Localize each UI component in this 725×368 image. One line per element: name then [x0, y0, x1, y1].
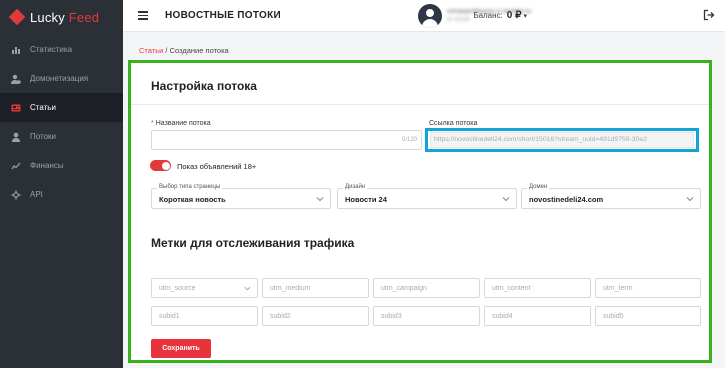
stream-link-highlight: https://novostinedeli24.com/short/15016?… [425, 128, 699, 152]
user-info[interactable]: romanpchikasov-z-rambler.ru ID 20154 [447, 8, 577, 23]
chevron-down-icon [316, 197, 324, 202]
article-icon [10, 103, 22, 113]
logo-icon [8, 8, 26, 26]
adult-ads-toggle[interactable] [150, 160, 171, 171]
subid4-input[interactable]: subid4 [484, 306, 591, 326]
select-value: Короткая новость [159, 195, 226, 204]
toggle-label: Показ объявлений 18+ [177, 162, 257, 171]
stream-name-input[interactable]: 0/120 [151, 130, 422, 150]
design-select[interactable]: Дизайн Новости 24 [337, 184, 517, 209]
breadcrumb-link-articles[interactable]: Статьи [139, 46, 163, 55]
domain-select[interactable]: Домен novostinedeli24.com [521, 184, 701, 209]
subid2-input[interactable]: subid2 [262, 306, 369, 326]
select-value: Новости 24 [345, 195, 387, 204]
char-counter: 0/120 [401, 137, 417, 143]
utm-term-input[interactable]: utm_term [595, 278, 701, 298]
finance-icon [10, 161, 22, 171]
utm-campaign-input[interactable]: utm_campaign [373, 278, 480, 298]
breadcrumb: Статьи / Создание потока [139, 46, 229, 55]
sidebar-item-streams[interactable]: Потоки [0, 122, 123, 151]
page-type-select[interactable]: Выбор типа страницы Короткая новость [151, 184, 331, 209]
stream-link-field[interactable]: https://novostinedeli24.com/short/15016?… [430, 132, 694, 148]
sidebar-item-label: API [30, 190, 43, 199]
divider [131, 104, 709, 105]
tracking-section-title: Метки для отслеживания трафика [151, 236, 355, 250]
sidebar-item-label: Статьи [30, 103, 56, 112]
link-label: Ссылка потока [429, 120, 478, 127]
sidebar-item-articles[interactable]: Статьи [0, 93, 123, 122]
page-title: НОВОСТНЫЕ ПОТОКИ [165, 10, 281, 21]
select-caption: Домен [527, 184, 550, 190]
chevron-down-icon [502, 197, 510, 202]
logout-icon[interactable] [703, 9, 715, 21]
subid1-input[interactable]: subid1 [151, 306, 258, 326]
sidebar-item-label: Статистика [30, 45, 73, 54]
sidebar-item-monetization[interactable]: Домонетизация [0, 64, 123, 93]
stats-icon [10, 45, 22, 55]
subid3-input[interactable]: subid3 [373, 306, 480, 326]
chevron-down-icon [686, 197, 694, 202]
user-icon [10, 132, 22, 142]
utm-content-input[interactable]: utm_content [484, 278, 591, 298]
sidebar-item-label: Домонетизация [30, 74, 89, 83]
sidebar: Lucky Feed Статистика Домонетизация Стат… [0, 0, 123, 368]
breadcrumb-separator: / [165, 46, 168, 55]
stream-settings-card: Настройка потока * Название потока 0/120 … [128, 60, 712, 363]
select-caption: Дизайн [343, 184, 368, 190]
select-value: novostinedeli24.com [529, 195, 604, 204]
sidebar-item-label: Потоки [30, 132, 57, 141]
user-id: ID 20154 [447, 17, 470, 23]
breadcrumb-current: Создание потока [169, 46, 229, 55]
card-title: Настройка потока [151, 79, 257, 93]
user-email: romanpchikasov-z-rambler.ru [447, 8, 532, 15]
subid5-input[interactable]: subid5 [595, 306, 701, 326]
select-caption: Выбор типа страницы [157, 184, 223, 190]
sidebar-item-api[interactable]: API [0, 180, 123, 209]
chevron-down-icon [244, 286, 251, 291]
sidebar-item-label: Финансы [30, 161, 64, 170]
sidebar-item-statistics[interactable]: Статистика [0, 35, 123, 64]
utm-source-select[interactable]: utm_source [151, 278, 258, 298]
user-money-icon [10, 74, 22, 84]
sidebar-item-finance[interactable]: Финансы [0, 151, 123, 180]
logo[interactable]: Lucky Feed [0, 0, 123, 34]
utm-medium-input[interactable]: utm_medium [262, 278, 369, 298]
name-label: * Название потока [151, 120, 211, 127]
avatar[interactable] [418, 4, 442, 28]
save-button[interactable]: Сохранить [151, 339, 211, 358]
menu-icon[interactable] [138, 11, 148, 20]
api-icon [10, 190, 22, 200]
logo-text: Lucky Feed [30, 9, 100, 25]
